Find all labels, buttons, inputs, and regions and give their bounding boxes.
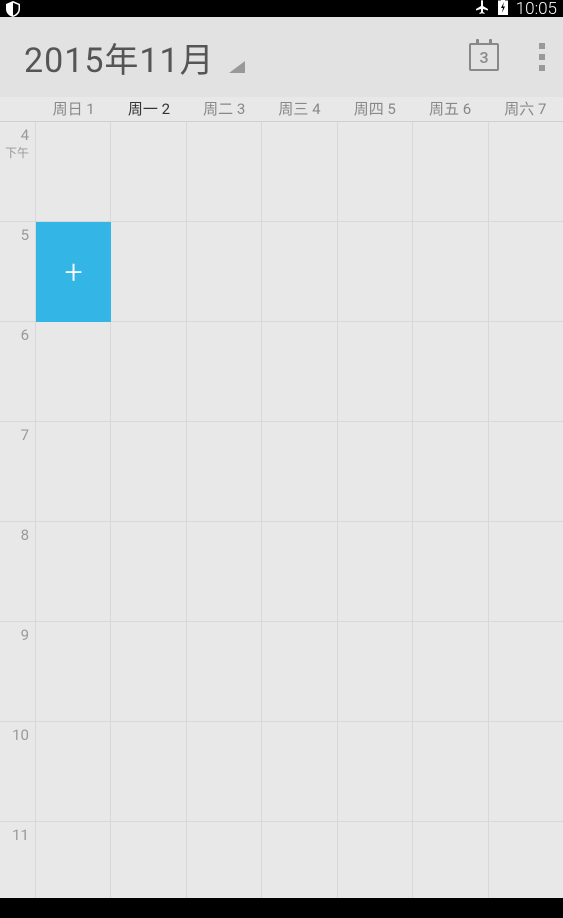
month-selector[interactable]: 2015年11月 xyxy=(24,33,215,82)
day-header-0[interactable]: 周日 1 xyxy=(36,97,111,121)
calendar-cell[interactable] xyxy=(187,322,262,421)
calendar-cell[interactable] xyxy=(413,122,488,221)
calendar-cell[interactable] xyxy=(187,422,262,521)
new-event-slot[interactable]: + xyxy=(36,222,111,322)
hour-label: 11 xyxy=(0,822,36,898)
shield-icon xyxy=(6,1,20,17)
calendar-cell[interactable] xyxy=(489,422,563,521)
hour-label: 6 xyxy=(0,322,36,421)
calendar-cell[interactable] xyxy=(111,522,186,621)
calendar-cell[interactable] xyxy=(111,222,186,321)
day-header-3[interactable]: 周三 4 xyxy=(262,97,337,121)
calendar-cell[interactable] xyxy=(489,822,563,898)
calendar-cell[interactable] xyxy=(111,822,186,898)
calendar-cell[interactable] xyxy=(262,522,337,621)
calendar-cell[interactable] xyxy=(338,422,413,521)
calendar-cell[interactable] xyxy=(413,522,488,621)
calendar-cell[interactable] xyxy=(187,622,262,721)
calendar-cell[interactable] xyxy=(36,722,111,821)
calendar-cell[interactable] xyxy=(262,122,337,221)
calendar-cell[interactable] xyxy=(187,822,262,898)
day-header-2[interactable]: 周二 3 xyxy=(187,97,262,121)
calendar-grid[interactable]: 4下午567891011 + xyxy=(0,122,563,898)
status-bar: 10:05 xyxy=(0,0,563,17)
calendar-cell[interactable] xyxy=(338,222,413,321)
calendar-cell[interactable] xyxy=(338,722,413,821)
calendar-cell[interactable] xyxy=(489,622,563,721)
hour-row-10: 10 xyxy=(0,722,563,822)
hour-row-7: 7 xyxy=(0,422,563,522)
calendar-cell[interactable] xyxy=(489,522,563,621)
calendar-cell[interactable] xyxy=(111,722,186,821)
hour-label: 8 xyxy=(0,522,36,621)
hour-row-8: 8 xyxy=(0,522,563,622)
calendar-cell[interactable] xyxy=(262,622,337,721)
day-header-5[interactable]: 周五 6 xyxy=(412,97,487,121)
dropdown-icon[interactable] xyxy=(229,58,245,77)
calendar-cell[interactable] xyxy=(413,622,488,721)
calendar-cell[interactable] xyxy=(36,322,111,421)
hour-label: 7 xyxy=(0,422,36,521)
status-time: 10:05 xyxy=(516,0,557,19)
calendar-cell[interactable] xyxy=(489,222,563,321)
hour-row-9: 9 xyxy=(0,622,563,722)
calendar-cell[interactable] xyxy=(338,822,413,898)
battery-icon xyxy=(498,0,508,19)
calendar-cell[interactable] xyxy=(489,322,563,421)
calendar-cell[interactable] xyxy=(338,122,413,221)
calendar-cell[interactable] xyxy=(413,322,488,421)
hour-label: 9 xyxy=(0,622,36,721)
hour-label: 4下午 xyxy=(0,122,36,221)
calendar-cell[interactable] xyxy=(262,422,337,521)
calendar-cell[interactable] xyxy=(111,122,186,221)
calendar-cell[interactable] xyxy=(413,722,488,821)
calendar-cell[interactable] xyxy=(262,222,337,321)
calendar-cell[interactable] xyxy=(262,822,337,898)
hour-label: 10 xyxy=(0,722,36,821)
calendar-cell[interactable] xyxy=(36,122,111,221)
hour-row-6: 6 xyxy=(0,322,563,422)
calendar-cell[interactable] xyxy=(36,822,111,898)
calendar-cell[interactable] xyxy=(413,422,488,521)
calendar-cell[interactable] xyxy=(262,322,337,421)
hour-label: 5 xyxy=(0,222,36,321)
calendar-cell[interactable] xyxy=(36,622,111,721)
calendar-header: 2015年11月 3 xyxy=(0,17,563,97)
day-header-row: 周日 1周一 2周二 3周三 4周四 5周五 6周六 7 xyxy=(0,97,563,122)
calendar-cell[interactable] xyxy=(338,322,413,421)
hour-row-4: 4下午 xyxy=(0,122,563,222)
nav-bar xyxy=(0,898,563,918)
day-header-6[interactable]: 周六 7 xyxy=(488,97,563,121)
calendar-cell[interactable] xyxy=(111,622,186,721)
calendar-cell[interactable] xyxy=(187,122,262,221)
calendar-cell[interactable] xyxy=(36,422,111,521)
hour-row-11: 11 xyxy=(0,822,563,898)
calendar-cell[interactable] xyxy=(489,722,563,821)
calendar-cell[interactable] xyxy=(413,822,488,898)
day-header-4[interactable]: 周四 5 xyxy=(337,97,412,121)
calendar-cell[interactable] xyxy=(187,222,262,321)
day-header-1[interactable]: 周一 2 xyxy=(111,97,186,121)
today-button[interactable]: 3 xyxy=(469,43,499,71)
calendar-cell[interactable] xyxy=(489,122,563,221)
calendar-cell[interactable] xyxy=(111,322,186,421)
calendar-cell[interactable] xyxy=(36,522,111,621)
calendar-cell[interactable] xyxy=(187,522,262,621)
calendar-cell[interactable] xyxy=(187,722,262,821)
calendar-cell[interactable] xyxy=(262,722,337,821)
calendar-cell[interactable] xyxy=(413,222,488,321)
airplane-icon xyxy=(474,0,490,19)
calendar-cell[interactable] xyxy=(338,622,413,721)
calendar-cell[interactable] xyxy=(111,422,186,521)
calendar-cell[interactable] xyxy=(338,522,413,621)
today-number: 3 xyxy=(479,48,488,67)
overflow-menu-button[interactable] xyxy=(539,43,545,71)
